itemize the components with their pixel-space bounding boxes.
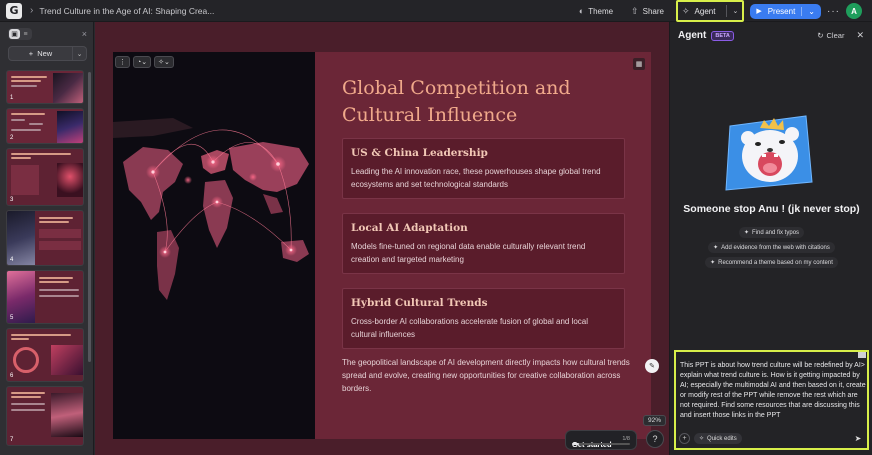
document-title[interactable]: Trend Culture in the Age of AI: Shaping … (39, 6, 214, 16)
view-toggle[interactable]: ▣ ≡ (8, 28, 32, 40)
agent-prompt-input[interactable]: This PPT is about how trend culture will… (674, 350, 869, 450)
slide-thumbnail[interactable]: 6 (6, 328, 84, 382)
suggestion-label: Add evidence from the web with citations (721, 244, 830, 251)
more-vertical-icon[interactable]: ⋮ (115, 56, 130, 68)
send-icon[interactable]: ➤ (852, 432, 864, 444)
slide-thumbnail[interactable]: 5 (6, 270, 84, 324)
theme-label: Theme (588, 6, 614, 16)
card-view-icon[interactable]: ▣ (9, 29, 20, 39)
refresh-icon: ↻ (817, 31, 824, 40)
slide-number: 1 (10, 95, 14, 101)
plus-icon: + (28, 49, 34, 58)
card-heading: Hybrid Cultural Trends (351, 297, 488, 309)
slide-thumbnail[interactable]: 3 (6, 148, 84, 206)
chevron-down-icon[interactable]: ⌄ (732, 7, 738, 15)
scrollbar[interactable] (88, 72, 91, 362)
share-button[interactable]: ⇧ Share (625, 3, 670, 20)
world-map-image (113, 52, 315, 439)
slide-thumbnail[interactable]: 7 (6, 386, 84, 446)
help-button[interactable]: ? (646, 430, 664, 448)
slide-title[interactable]: Global Competition and Cultural Influenc… (342, 75, 642, 129)
avatar[interactable]: A (846, 3, 862, 19)
comment-icon[interactable]: ✎ (645, 359, 659, 373)
polar-bear-illustration (722, 112, 814, 192)
slide-footer-text[interactable]: The geopolitical landscape of AI develop… (342, 356, 632, 395)
agent-panel: Agent BETA ↻ Clear ✕ Someone stop Anu ! … (669, 22, 872, 455)
quick-edits-label: Quick edits (707, 435, 737, 442)
content-card[interactable]: Local AI Adaptation Models fine-tuned on… (342, 213, 625, 274)
slide-toolbar: ⋮ ◔⌄ ✧⌄ (115, 56, 174, 68)
suggestion-label: Recommend a theme based on my content (718, 259, 833, 266)
chevron-down-icon[interactable]: ⌄ (801, 6, 815, 16)
slide-number: 5 (10, 315, 14, 321)
share-label: Share (642, 6, 664, 16)
top-bar: G › Trend Culture in the Age of AI: Shap… (0, 0, 872, 22)
clear-button[interactable]: ↻ Clear (817, 31, 844, 40)
present-button[interactable]: ▶ Present ⌄ (750, 3, 821, 19)
card-body: Models fine-tuned on regional data enabl… (351, 242, 586, 264)
get-started-button[interactable]: Get started 1/8 (565, 430, 637, 450)
agent-label: Agent (694, 6, 716, 16)
sparkle-icon: ✦ (713, 245, 719, 251)
new-slide-button[interactable]: + New (8, 46, 73, 61)
progress-bar (572, 443, 630, 445)
slide-number: 2 (10, 135, 14, 141)
card-body: Leading the AI innovation race, these po… (351, 167, 601, 189)
suggestion-chip[interactable]: ✦ Recommend a theme based on my content (670, 257, 872, 268)
slide-thumbnail[interactable]: 4 (6, 210, 84, 266)
suggestion-label: Find and fix typos (752, 229, 800, 236)
agent-button[interactable]: ✧ Agent ⌄ (676, 0, 745, 22)
get-started-count: 1/8 (622, 436, 630, 442)
chevron-down-icon[interactable]: ⌄ (73, 46, 87, 61)
card-body: Cross-border AI collaborations accelerat… (351, 317, 589, 339)
clear-label: Clear (826, 31, 845, 40)
style-menu-button[interactable]: ◔⌄ (133, 56, 152, 68)
app-logo[interactable]: G (6, 2, 22, 19)
slide-thumbnail[interactable]: 2 (6, 108, 84, 144)
suggestion-chip[interactable]: ✦ Find and fix typos (670, 227, 872, 238)
theme-button[interactable]: ◐ Theme (573, 3, 619, 19)
prompt-text[interactable]: This PPT is about how trend culture will… (680, 361, 866, 421)
present-label: Present (767, 6, 796, 16)
zoom-level[interactable]: 92% (643, 415, 667, 426)
divider (726, 5, 728, 17)
slide-number: 6 (10, 373, 14, 379)
sparkle-icon: ✦ (710, 260, 716, 266)
close-icon[interactable]: × (82, 29, 87, 39)
sparkle-icon: ✦ (743, 230, 749, 236)
scrollbar[interactable] (858, 352, 866, 358)
sparkle-icon: ✧ (682, 5, 690, 16)
card-heading: US & China Leadership (351, 147, 488, 159)
agent-heading: Someone stop Anu ! (jk never stop) (683, 203, 860, 215)
world-map-illustration (113, 52, 315, 439)
agent-title: Agent (678, 30, 707, 41)
sparkle-icon: ✧ (699, 436, 705, 442)
content-card[interactable]: US & China Leadership Leading the AI inn… (342, 138, 625, 199)
slide-number: 4 (10, 257, 14, 263)
ai-edit-button[interactable]: ✧⌄ (154, 56, 174, 68)
chevron-right-icon: › (30, 5, 34, 16)
quick-edits-button[interactable]: ✧ Quick edits (694, 433, 742, 444)
list-view-icon[interactable]: ≡ (20, 29, 31, 39)
close-icon[interactable]: ✕ (856, 30, 864, 41)
add-attachment-button[interactable]: + (679, 433, 690, 444)
suggestion-chip[interactable]: ✦ Add evidence from the web with citation… (670, 242, 872, 253)
more-options-icon[interactable]: ··· (827, 6, 840, 17)
slide-thumbnail[interactable]: 1 (6, 70, 84, 104)
palette-icon: ◐ (578, 6, 585, 16)
slide-number: 3 (10, 197, 14, 203)
progress-fill (572, 443, 580, 445)
image-icon[interactable]: ▦ (633, 58, 645, 70)
slide-number: 7 (10, 437, 14, 443)
beta-badge: BETA (711, 30, 734, 41)
new-label: New (37, 49, 53, 58)
editor-canvas: ⋮ ◔⌄ ✧⌄ ▦ Global Competition and Cultura… (95, 22, 669, 455)
slide[interactable]: ⋮ ◔⌄ ✧⌄ ▦ Global Competition and Cultura… (113, 52, 651, 439)
play-icon: ▶ (756, 8, 762, 15)
card-heading: Local AI Adaptation (351, 222, 468, 234)
content-card[interactable]: Hybrid Cultural Trends Cross-border AI c… (342, 288, 625, 349)
share-icon: ⇧ (631, 5, 639, 16)
slides-panel: ▣ ≡ × + New ⌄ 1 2 3 4 5 6 7 (0, 22, 94, 455)
